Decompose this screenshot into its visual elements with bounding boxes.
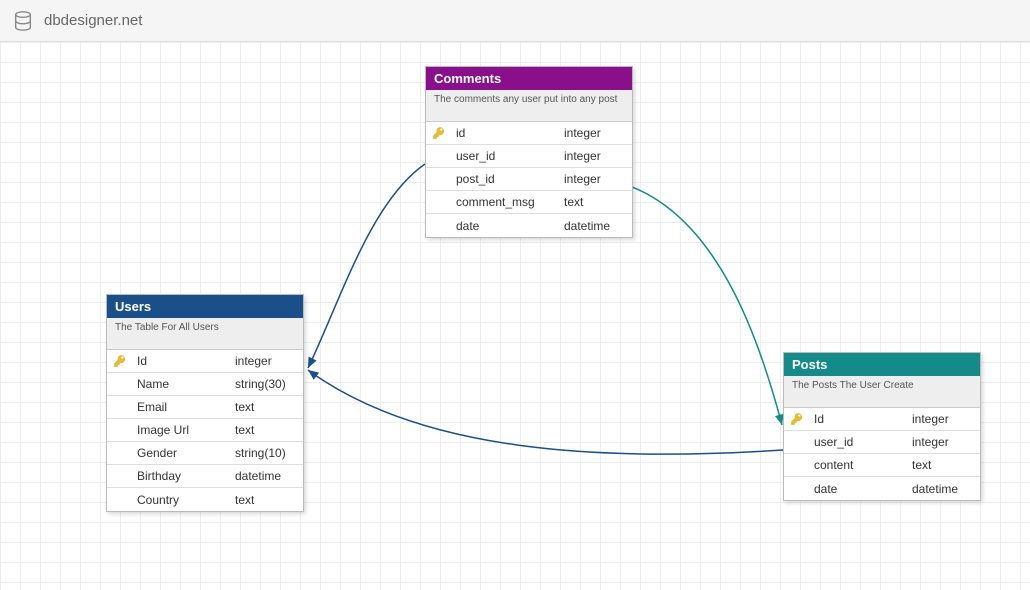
table-row[interactable]: post_id integer (426, 168, 632, 191)
column-type: text (231, 493, 303, 507)
key-icon (784, 412, 810, 426)
column-name: date (810, 482, 908, 496)
app-header: dbdesigner.net (0, 0, 1030, 42)
column-name: Id (133, 354, 231, 368)
column-name: Image Url (133, 423, 231, 437)
column-type: integer (560, 126, 632, 140)
column-type: integer (231, 354, 303, 368)
table-row[interactable]: user_id integer (784, 431, 980, 454)
table-users[interactable]: Users The Table For All Users Id integer… (106, 294, 304, 512)
design-canvas[interactable]: Users The Table For All Users Id integer… (0, 42, 1030, 590)
table-users-columns: Id integer Name string(30) Email text Im… (107, 350, 303, 511)
table-row[interactable]: content text (784, 454, 980, 477)
column-name: user_id (452, 149, 560, 163)
column-type: text (231, 423, 303, 437)
column-type: integer (908, 435, 980, 449)
column-type: datetime (908, 482, 980, 496)
table-row[interactable]: user_id integer (426, 145, 632, 168)
table-comments-columns: id integer user_id integer post_id integ… (426, 122, 632, 237)
table-posts-columns: Id integer user_id integer content text … (784, 408, 980, 500)
column-name: content (810, 458, 908, 472)
table-comments-title: Comments (434, 71, 501, 86)
column-type: datetime (560, 219, 632, 233)
table-row[interactable]: Name string(30) (107, 373, 303, 396)
table-row[interactable]: Id integer (784, 408, 980, 431)
table-row[interactable]: Id integer (107, 350, 303, 373)
table-row[interactable]: date datetime (784, 477, 980, 500)
column-name: comment_msg (452, 195, 560, 209)
column-name: date (452, 219, 560, 233)
column-type: text (560, 195, 632, 209)
table-posts-header[interactable]: Posts (784, 353, 980, 376)
column-type: datetime (231, 469, 303, 483)
column-name: Email (133, 400, 231, 414)
column-type: integer (560, 172, 632, 186)
column-name: id (452, 126, 560, 140)
table-row[interactable]: Country text (107, 488, 303, 511)
column-type: integer (560, 149, 632, 163)
table-row[interactable]: Email text (107, 396, 303, 419)
column-name: Birthday (133, 469, 231, 483)
column-name: Gender (133, 446, 231, 460)
database-icon (12, 10, 34, 32)
table-row[interactable]: id integer (426, 122, 632, 145)
table-row[interactable]: Image Url text (107, 419, 303, 442)
column-type: integer (908, 412, 980, 426)
table-posts[interactable]: Posts The Posts The User Create Id integ… (783, 352, 981, 501)
column-name: post_id (452, 172, 560, 186)
column-name: user_id (810, 435, 908, 449)
site-name: dbdesigner.net (44, 12, 142, 29)
table-posts-title: Posts (792, 357, 827, 372)
table-posts-desc: The Posts The User Create (784, 376, 980, 408)
column-type: text (231, 400, 303, 414)
column-name: Name (133, 377, 231, 391)
table-users-desc: The Table For All Users (107, 318, 303, 350)
table-row[interactable]: comment_msg text (426, 191, 632, 214)
column-name: Id (810, 412, 908, 426)
key-icon (107, 354, 133, 368)
table-users-header[interactable]: Users (107, 295, 303, 318)
column-type: text (908, 458, 980, 472)
key-icon (426, 126, 452, 140)
column-name: Country (133, 493, 231, 507)
table-comments[interactable]: Comments The comments any user put into … (425, 66, 633, 238)
table-comments-desc: The comments any user put into any post (426, 90, 632, 122)
table-comments-header[interactable]: Comments (426, 67, 632, 90)
column-type: string(10) (231, 446, 303, 460)
table-row[interactable]: date datetime (426, 214, 632, 237)
table-users-title: Users (115, 299, 151, 314)
table-row[interactable]: Gender string(10) (107, 442, 303, 465)
column-type: string(30) (231, 377, 303, 391)
table-row[interactable]: Birthday datetime (107, 465, 303, 488)
